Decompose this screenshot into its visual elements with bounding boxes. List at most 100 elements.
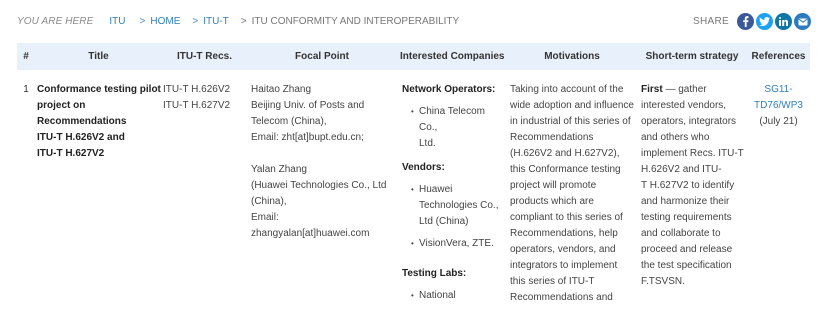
company-group-label: Vendors: <box>402 162 445 173</box>
title-line: Recommendations <box>37 116 127 127</box>
company-name-line: National <box>419 290 456 301</box>
twitter-icon[interactable] <box>756 13 773 30</box>
motivation-line: Recommendations, help <box>510 228 618 239</box>
title-line: ITU-T H.627V2 <box>37 148 105 159</box>
header-title[interactable]: Title <box>35 43 162 70</box>
row-title: Conformance testing pilot project on Rec… <box>35 70 162 313</box>
share-label: SHARE <box>693 16 729 27</box>
breadcrumb-separator: > <box>139 15 146 27</box>
reference-link-line: SG11- <box>764 84 793 95</box>
strategy-line: First — gather <box>641 82 746 98</box>
company-list: Huawei Technologies Co., Ltd (China) Vis… <box>402 182 506 252</box>
list-item: China Telecom Co., Ltd. <box>411 104 506 152</box>
focal-line: Telecom (China), <box>251 116 327 127</box>
motivation-line: integrators to implement <box>510 260 618 271</box>
motivation-line: (H.626V2 and H.627V2), <box>510 148 620 159</box>
breadcrumb: YOU ARE HERE ITU > HOME > ITU-T > ITU CO… <box>17 13 459 29</box>
strategy-line: implement Recs. ITU-T <box>641 148 744 159</box>
reference-date: (July 21) <box>759 116 798 127</box>
strategy-line: H.626V2 and ITU- <box>641 164 722 175</box>
strategy-line: F.TSVSN. <box>641 276 685 287</box>
row-focal-point: Haitao Zhang Beijing Univ. of Posts and … <box>247 70 397 313</box>
linkedin-icon[interactable] <box>775 13 792 30</box>
breadcrumb-you-are-here: YOU ARE HERE <box>17 15 94 27</box>
strategy-line: proceed and release <box>641 244 733 255</box>
motivation-line: products which are <box>510 196 594 207</box>
header-short-term-strategy[interactable]: Short-term strategy <box>637 43 747 70</box>
header-number[interactable]: # <box>17 43 35 70</box>
company-list: China Telecom Co., Ltd. <box>402 104 506 152</box>
header-references[interactable]: References <box>747 43 810 70</box>
email-icon[interactable] <box>794 13 811 30</box>
conformance-projects-table: # Title ITU-T Recs. Focal Point Interest… <box>17 43 810 313</box>
strategy-line: T H.627V2 to identify <box>641 180 735 191</box>
company-name-line: Ltd. <box>419 138 436 149</box>
list-item: VisionVera, ZTE. <box>411 236 506 252</box>
list-item: National <box>411 288 506 304</box>
strategy-line: the test specification <box>641 260 732 271</box>
strategy-line: and collaborate to <box>641 228 721 239</box>
share-bar: SHARE <box>693 13 811 30</box>
row-interested-companies: Network Operators: China Telecom Co., Lt… <box>397 70 507 313</box>
motivation-line: project will promote <box>510 180 597 191</box>
strategy-line: testing requirements <box>641 212 732 223</box>
focal-spacer <box>251 146 396 162</box>
company-name-line: VisionVera, ZTE. <box>419 238 494 249</box>
company-name-line: China Telecom Co., <box>419 106 485 133</box>
breadcrumb-separator: > <box>192 15 199 27</box>
focal-email: Email: zht[at]bupt.edu.cn; <box>251 132 364 143</box>
breadcrumb-itu-t[interactable]: ITU-T <box>203 16 229 27</box>
header-recs[interactable]: ITU-T Recs. <box>162 43 247 70</box>
strategy-line: and others who <box>641 132 710 143</box>
rec-item: ITU-T H.627V2 <box>163 100 231 111</box>
table-row: 1 Conformance testing pilot project on R… <box>17 70 810 313</box>
breadcrumb-separator: > <box>240 15 247 27</box>
table-header-row: # Title ITU-T Recs. Focal Point Interest… <box>17 43 810 70</box>
motivation-line: operators, vendors, and <box>510 244 616 255</box>
breadcrumb-home[interactable]: HOME <box>150 16 180 27</box>
row-number: 1 <box>23 84 29 95</box>
header-interested-companies[interactable]: Interested Companies <box>397 43 507 70</box>
strategy-line: interested vendors, <box>641 100 727 111</box>
breadcrumb-current: ITU CONFORMITY AND INTEROPERABILITY <box>251 15 460 27</box>
focal-line: (China), <box>251 196 287 207</box>
title-line: Conformance testing pilot <box>37 84 161 95</box>
row-references: SG11- TD76/WP3 (July 21) <box>747 70 810 313</box>
motivation-line: this series of ITU-T <box>510 276 595 287</box>
company-group-label: Network Operators: <box>402 84 496 95</box>
header-motivations[interactable]: Motivations <box>507 43 637 70</box>
reference-link-line: TD76/WP3 <box>754 100 803 111</box>
strategy-line: and harmonize their <box>641 196 730 207</box>
motivation-line: wide adoption and influence <box>510 100 634 111</box>
motivation-line: in industrial of this series of <box>510 116 631 127</box>
motivation-line: Recommendations and <box>510 292 613 303</box>
facebook-icon[interactable] <box>737 13 754 30</box>
list-item: Huawei Technologies Co., Ltd (China) <box>411 182 506 230</box>
focal-email: Email: zhangyalan[at]huawei.com <box>251 212 370 239</box>
strategy-text: — gather <box>662 84 707 95</box>
motivation-line: Recommendations <box>510 132 594 143</box>
reference-link[interactable]: SG11- TD76/WP3 <box>748 82 809 114</box>
breadcrumb-itu[interactable]: ITU <box>109 16 125 27</box>
focal-line: Haitao Zhang <box>251 84 312 95</box>
motivation-line: this Conformance testing <box>510 164 621 175</box>
company-group-label: Testing Labs: <box>402 268 467 279</box>
focal-line: Beijing Univ. of Posts and <box>251 100 365 111</box>
rec-item: ITU-T H.626V2 <box>163 84 231 95</box>
strategy-line: operators, integrators <box>641 116 737 127</box>
focal-line: Yalan Zhang <box>251 164 307 175</box>
focal-line: (Huawei Technologies Co., Ltd <box>251 180 387 191</box>
row-short-term-strategy: First — gather interested vendors, opera… <box>637 70 747 313</box>
motivation-line: compliant to this series of <box>510 212 623 223</box>
title-line: project on <box>37 100 86 111</box>
company-name-line: Huawei <box>419 184 453 195</box>
row-recs: ITU-T H.626V2 ITU-T H.627V2 <box>162 70 247 313</box>
company-name-line: Ltd (China) <box>419 216 469 227</box>
motivation-line: Taking into account of the <box>510 84 624 95</box>
company-name-line: Technologies Co., <box>419 200 499 211</box>
header-focal-point[interactable]: Focal Point <box>247 43 397 70</box>
title-line: ITU-T H.626V2 and <box>37 132 125 143</box>
strategy-first-label: First <box>641 84 663 95</box>
company-list: National <box>402 288 506 304</box>
row-motivations: Taking into account of the wide adoption… <box>507 70 637 313</box>
